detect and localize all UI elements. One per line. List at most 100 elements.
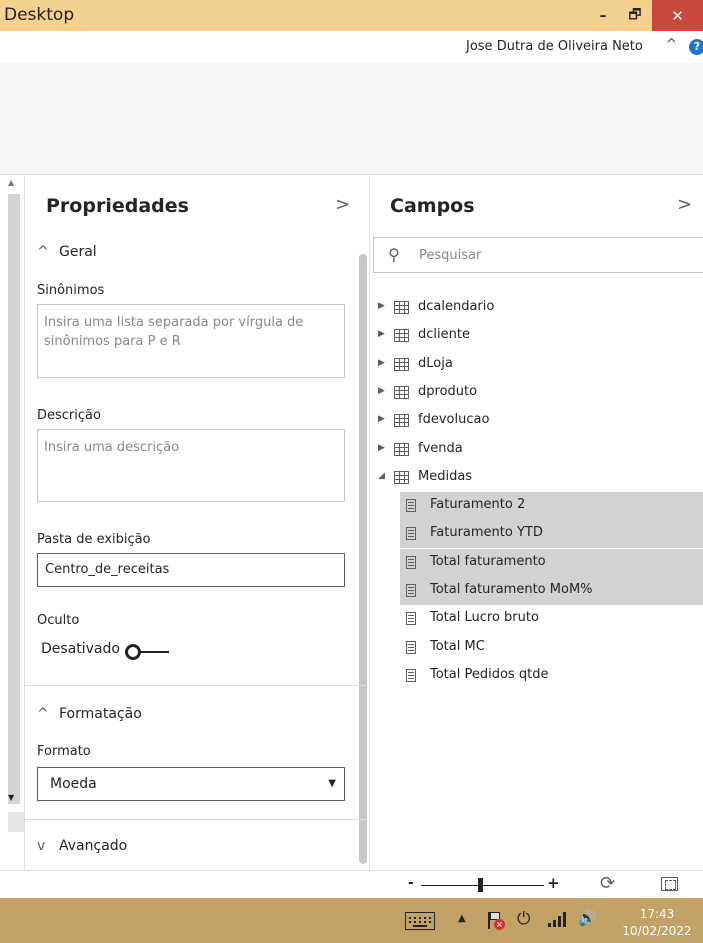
minimize-button[interactable]: –	[588, 0, 618, 31]
measure-row[interactable]: Total MC	[400, 634, 703, 662]
os-taskbar: ▲ × ⏻ 🔊 17:43 10/02/2022	[0, 898, 703, 943]
refresh-icon[interactable]: ⟳	[600, 873, 615, 894]
table-row[interactable]: ▶ dproduto	[370, 379, 703, 407]
section-advanced-label: Avançado	[59, 838, 128, 854]
action-center-flag-icon[interactable]: ×	[486, 911, 505, 930]
measure-name: Total MC	[430, 639, 485, 654]
search-placeholder: Pesquisar	[419, 248, 482, 263]
table-row[interactable]: ▶ fdevolucao	[370, 407, 703, 435]
measure-row[interactable]: Faturamento YTD	[400, 520, 703, 548]
battery-icon[interactable]: ⏻	[517, 909, 530, 929]
calculator-icon	[406, 641, 416, 654]
measure-name: Faturamento 2	[430, 497, 526, 512]
measure-row[interactable]: Faturamento 2	[400, 492, 703, 520]
toggle-track	[139, 651, 169, 653]
table-icon	[394, 358, 409, 371]
user-name[interactable]: Jose Dutra de Oliveira Neto	[466, 39, 643, 54]
expand-arrow-icon[interactable]: ▶	[378, 301, 385, 311]
system-clock[interactable]: 17:43 10/02/2022	[614, 906, 700, 940]
zoom-in-button[interactable]: +	[547, 874, 560, 892]
measure-name: Total Lucro bruto	[430, 610, 539, 625]
divider	[25, 819, 369, 820]
measure-row[interactable]: Total Lucro bruto	[400, 605, 703, 633]
hidden-toggle[interactable]	[125, 644, 169, 660]
expand-arrow-icon[interactable]: ▶	[378, 386, 385, 396]
display-folder-input[interactable]: Centro_de_receitas	[37, 553, 345, 587]
zoom-out-button[interactable]: -	[408, 875, 414, 891]
table-icon	[394, 386, 409, 399]
section-formatting-label: Formatação	[59, 706, 142, 722]
format-select[interactable]: Moeda ▼	[37, 767, 345, 801]
scroll-down-icon[interactable]: ▼	[8, 793, 14, 802]
calculator-icon	[406, 499, 416, 512]
ribbon-area	[0, 63, 703, 175]
fields-search[interactable]: ⚲ Pesquisar	[373, 237, 703, 273]
zoom-bar: - + ⟳	[0, 870, 703, 898]
volume-icon[interactable]: 🔊	[578, 909, 597, 927]
zoom-slider-thumb[interactable]	[478, 878, 483, 892]
calculator-icon	[406, 527, 416, 540]
measure-row[interactable]: Total faturamento MoM%	[400, 577, 703, 605]
help-icon[interactable]: ?	[689, 39, 703, 55]
table-row[interactable]: ▶ fvenda	[370, 436, 703, 464]
measure-name: Total faturamento MoM%	[430, 582, 593, 597]
clock-time: 17:43	[639, 907, 675, 921]
calculator-icon	[406, 584, 416, 597]
measure-name: Total Pedidos qtde	[430, 667, 549, 682]
measure-row[interactable]: Total Pedidos qtde	[400, 662, 703, 690]
expand-arrow-icon[interactable]: ▶	[378, 414, 385, 424]
expand-arrow-icon[interactable]: ▶	[378, 358, 385, 368]
dropdown-arrow-icon: ▼	[328, 778, 336, 789]
section-general-header[interactable]: ^ Geral	[37, 244, 97, 260]
scrollbar-lower	[8, 812, 24, 832]
collapse-ribbon-icon[interactable]: ^	[666, 37, 677, 52]
calculator-icon	[406, 669, 416, 682]
section-advanced-header[interactable]: v Avançado	[37, 838, 127, 854]
measure-row[interactable]: Total faturamento	[400, 549, 703, 577]
format-label: Formato	[37, 744, 91, 759]
restore-button[interactable]: 🗗	[620, 0, 650, 31]
table-name: fdevolucao	[418, 412, 490, 427]
clock-date: 10/02/2022	[622, 924, 692, 938]
calculator-icon	[406, 612, 416, 625]
section-formatting-header[interactable]: ^ Formatação	[37, 706, 142, 722]
measure-name: Faturamento YTD	[430, 525, 543, 540]
chevron-up-icon: ^	[37, 706, 49, 722]
keyboard-icon[interactable]	[405, 912, 435, 930]
fields-collapse-icon[interactable]: >	[677, 194, 692, 215]
properties-scrollbar[interactable]	[359, 254, 367, 864]
table-icon	[394, 414, 409, 427]
window-title-bar: Desktop – 🗗 ✕	[0, 0, 703, 31]
expand-arrow-icon[interactable]: ▶	[378, 443, 385, 453]
table-name: dcliente	[418, 327, 470, 342]
table-icon	[394, 443, 409, 456]
description-input[interactable]: Insira uma descrição	[37, 429, 345, 502]
format-select-value: Moeda	[50, 776, 97, 792]
fit-to-page-icon[interactable]	[661, 877, 678, 891]
hidden-label: Oculto	[37, 613, 80, 628]
expand-arrow-icon[interactable]: ▶	[378, 329, 385, 339]
hidden-state-label: Desativado	[41, 641, 120, 657]
table-row[interactable]: ▶ dLoja	[370, 351, 703, 379]
properties-collapse-icon[interactable]: >	[335, 194, 350, 215]
table-row[interactable]: ▶ dcalendario	[370, 294, 703, 322]
table-row[interactable]: ▶ dcliente	[370, 322, 703, 350]
network-signal-icon[interactable]	[548, 911, 566, 927]
synonyms-label: Sinônimos	[37, 283, 105, 298]
table-icon	[394, 471, 409, 484]
scrollbar-thumb[interactable]	[8, 194, 20, 804]
properties-title: Propriedades	[46, 195, 189, 217]
table-name: fvenda	[418, 441, 463, 456]
canvas-scrollbar[interactable]: ▲ ▼	[0, 176, 24, 870]
table-icon	[394, 329, 409, 342]
calculator-icon	[406, 556, 416, 569]
table-name: Medidas	[418, 469, 473, 484]
description-label: Descrição	[37, 408, 101, 423]
expanded-arrow-icon[interactable]: ◢	[378, 471, 385, 481]
synonyms-input[interactable]: Insira uma lista separada por vírgula de…	[37, 304, 345, 378]
table-row[interactable]: ◢ Medidas	[370, 464, 703, 492]
section-general-label: Geral	[59, 244, 97, 260]
close-button[interactable]: ✕	[652, 0, 703, 31]
scroll-up-icon[interactable]: ▲	[8, 178, 14, 187]
tray-expand-icon[interactable]: ▲	[458, 913, 466, 924]
